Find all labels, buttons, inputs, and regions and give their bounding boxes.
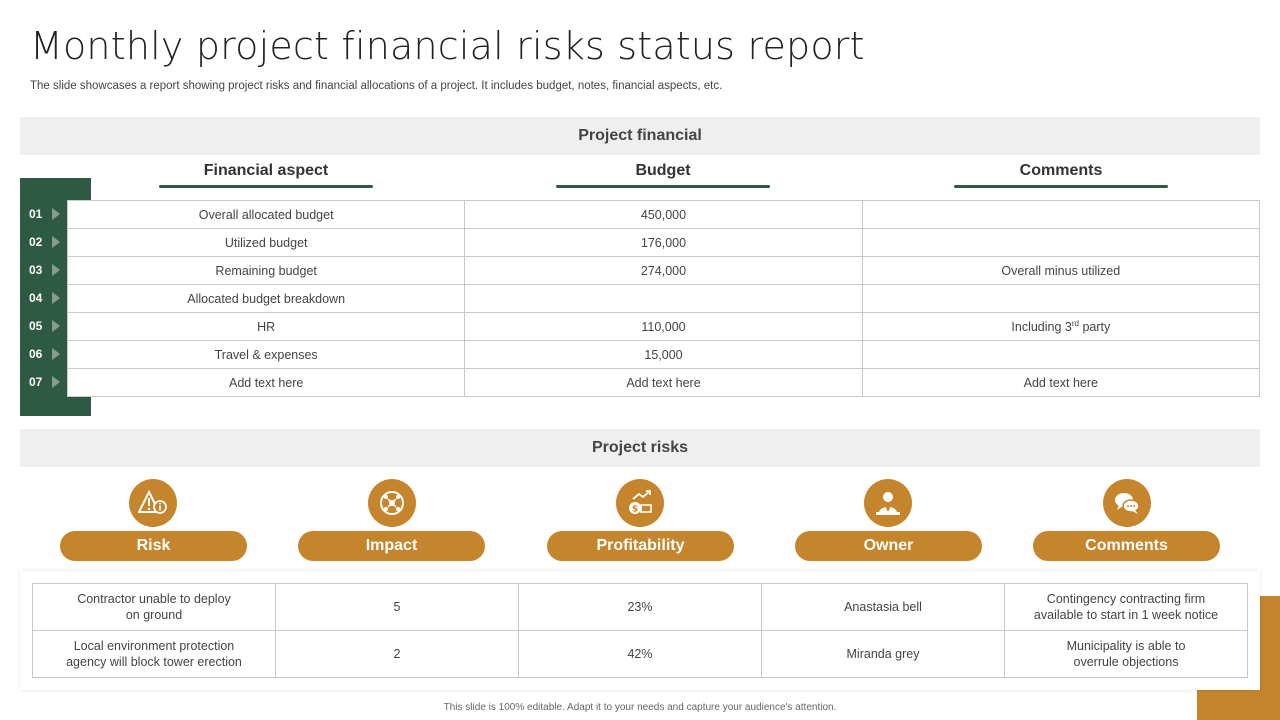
row-number-label: 05 [29, 319, 43, 333]
cell-budget [464, 284, 863, 313]
cell-comment: Overall minus utilized [861, 256, 1261, 285]
header-underline [159, 185, 373, 188]
comment-text: party [1078, 320, 1111, 335]
category-pill-owner: Owner [795, 531, 982, 561]
row-number: 03 [20, 256, 67, 284]
row-number: 02 [20, 228, 67, 256]
cell-owner: Anastasia bell [761, 583, 1005, 631]
table-row: Contractor unable to deploy on ground 5 2… [32, 583, 1248, 631]
table-row: Local environment protection agency will … [32, 630, 1248, 678]
cell-comment [861, 200, 1261, 229]
row-number: 06 [20, 340, 67, 368]
header-underline [954, 185, 1168, 188]
cell-profitability: 23% [518, 583, 762, 631]
cell-text: overrule objections [1073, 655, 1179, 669]
arrow-right-icon [52, 236, 61, 248]
svg-text:$: $ [632, 505, 638, 515]
row-number-label: 06 [29, 347, 43, 361]
footer-note: This slide is 100% editable. Adapt it to… [443, 702, 837, 713]
cell-budget: 176,000 [464, 228, 863, 257]
cell-text: agency will block tower erection [66, 655, 242, 669]
warning-icon [129, 479, 177, 527]
cell-budget: 274,000 [464, 256, 863, 285]
table-row: HR 110,000 Including 3rd party [66, 312, 1261, 341]
cell-text: available to start in 1 week notice [1033, 608, 1219, 622]
comment-text: Including 3 [1011, 320, 1072, 335]
cell-text: Contingency contracting firm [1046, 592, 1206, 606]
cell-comment: Including 3rd party [861, 312, 1261, 341]
header-underline [556, 185, 770, 188]
cell-risk: Contractor unable to deploy on ground [32, 583, 276, 631]
person-icon [864, 479, 912, 527]
cell-budget: 450,000 [464, 200, 863, 229]
cell-comment [861, 228, 1261, 257]
cell-aspect: Overall allocated budget [66, 200, 466, 229]
impact-icon [368, 479, 416, 527]
cell-aspect: Allocated budget breakdown [66, 284, 466, 313]
column-header-budget: Budget [556, 162, 770, 188]
cell-budget: 15,000 [464, 340, 863, 369]
arrow-right-icon [52, 320, 61, 332]
row-number-label: 03 [29, 263, 43, 277]
column-header-comments: Comments [954, 162, 1168, 188]
financial-table: Overall allocated budget 450,000 Utilize… [66, 200, 1261, 397]
cell-aspect: Travel & expenses [66, 340, 466, 369]
cell-owner: Miranda grey [761, 630, 1005, 678]
cell-budget: 110,000 [464, 312, 863, 341]
row-number-label: 07 [29, 375, 43, 389]
row-number: 04 [20, 284, 67, 312]
column-header-label: Financial aspect [203, 162, 329, 179]
table-row: Overall allocated budget 450,000 [66, 200, 1261, 229]
table-row: Allocated budget breakdown [66, 284, 1261, 313]
arrow-right-icon [52, 264, 61, 276]
cell-comment [861, 284, 1261, 313]
column-header-label: Budget [635, 162, 691, 179]
cell-risk: Local environment protection agency will … [32, 630, 276, 678]
chat-bubbles-icon [1103, 479, 1151, 527]
column-header-financial-aspect: Financial aspect [159, 162, 373, 188]
row-number: 07 [20, 368, 67, 396]
cell-aspect: Remaining budget [66, 256, 466, 285]
row-number-label: 02 [29, 235, 43, 249]
arrow-right-icon [52, 208, 61, 220]
cell-aspect: Add text here [66, 368, 466, 397]
table-row: Add text here Add text here Add text her… [66, 368, 1261, 397]
cell-budget: Add text here [464, 368, 863, 397]
cell-profitability: 42% [518, 630, 762, 678]
category-pill-comments: Comments [1033, 531, 1220, 561]
arrow-right-icon [52, 348, 61, 360]
row-number: 05 [20, 312, 67, 340]
row-number-label: 04 [29, 291, 43, 305]
table-row: Travel & expenses 15,000 [66, 340, 1261, 369]
page-title: Monthly project financial risks status r… [30, 24, 865, 68]
project-risks-heading: Project risks [20, 429, 1260, 467]
row-number: 01 [20, 200, 67, 228]
arrow-right-icon [52, 292, 61, 304]
cell-text: Contractor unable to deploy [77, 592, 231, 606]
category-pill-profitability: Profitability [547, 531, 734, 561]
table-row: Remaining budget 274,000 Overall minus u… [66, 256, 1261, 285]
column-header-label: Comments [1019, 162, 1103, 179]
category-pill-impact: Impact [298, 531, 485, 561]
risks-table: Contractor unable to deploy on ground 5 2… [32, 583, 1248, 678]
cell-aspect: HR [66, 312, 466, 341]
page-subtitle: The slide showcases a report showing pro… [30, 80, 723, 92]
cell-impact: 2 [275, 630, 519, 678]
cell-comment: Add text here [861, 368, 1261, 397]
cell-impact: 5 [275, 583, 519, 631]
project-financial-heading: Project financial [20, 117, 1260, 155]
category-pill-risk: Risk [60, 531, 247, 561]
cell-comments: Municipality is able to overrule objectio… [1004, 630, 1248, 678]
money-growth-icon: $ [616, 479, 664, 527]
cell-comments: Contingency contracting firm available to… [1004, 583, 1248, 631]
arrow-right-icon [52, 376, 61, 388]
table-row: Utilized budget 176,000 [66, 228, 1261, 257]
cell-comment [861, 340, 1261, 369]
ordinal-suffix: rd [1071, 318, 1079, 328]
cell-aspect: Utilized budget [66, 228, 466, 257]
row-number-label: 01 [29, 207, 43, 221]
cell-text: Municipality is able to [1066, 639, 1186, 653]
cell-text: on ground [125, 608, 183, 622]
cell-text: Local environment protection [73, 639, 235, 653]
